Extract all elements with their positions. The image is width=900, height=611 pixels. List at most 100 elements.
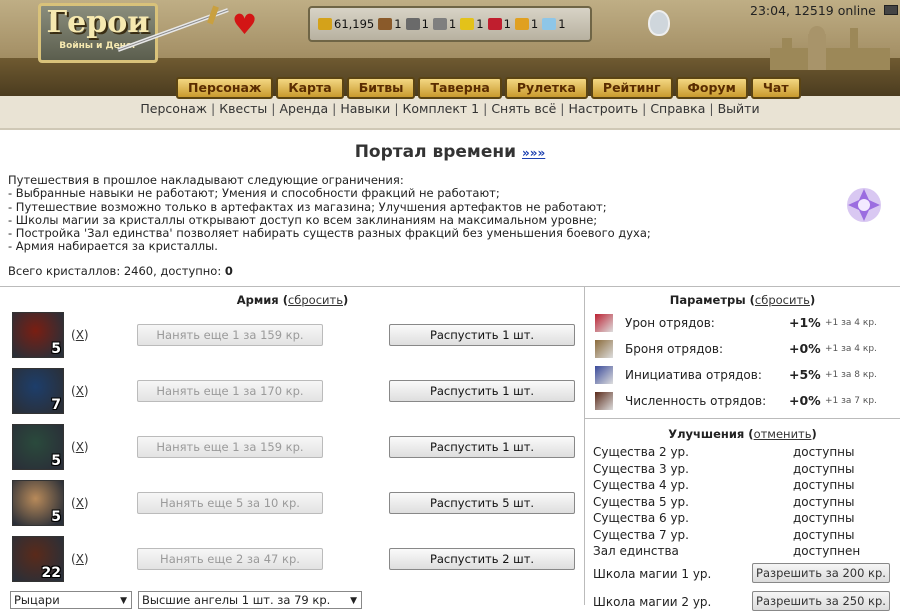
upgrade-status: доступны: [793, 478, 855, 492]
remove-unit-link[interactable]: (X): [71, 496, 89, 510]
upgrade-label: Существа 3 ур.: [593, 461, 689, 476]
remove-unit-link[interactable]: (X): [71, 552, 89, 566]
initiative-icon: [595, 366, 613, 384]
param-cost-link[interactable]: +1 за 4 кр.: [825, 318, 877, 328]
nav-tab-6[interactable]: Форум: [675, 77, 748, 99]
unit-portrait[interactable]: 22: [12, 536, 64, 582]
params-title: Параметры: [669, 293, 746, 307]
hire-unit-button[interactable]: Нанять еще 2 за 47 кр.: [137, 548, 323, 570]
nav-tab-2[interactable]: Битвы: [346, 77, 416, 99]
remove-unit-label: X: [75, 496, 84, 510]
subnav-link-6[interactable]: Настроить: [569, 101, 639, 116]
subnav-separator: |: [483, 101, 488, 116]
upgrade-label: Зал единства: [593, 544, 679, 558]
restriction-line: Путешествия в прошлое накладывают следую…: [8, 173, 404, 187]
param-row: Броня отрядов: +0% +1 за 4 кр.: [593, 339, 893, 359]
upgrade-status: доступны: [793, 445, 855, 459]
params-panel: Параметры (сбросить) Урон отрядов: +1% +1 …: [585, 286, 900, 418]
subnav-separator: |: [394, 101, 399, 116]
dismiss-unit-button[interactable]: Распустить 1 шт.: [389, 436, 575, 458]
unit-portrait[interactable]: 5: [12, 424, 64, 470]
param-label: Броня отрядов:: [625, 342, 723, 356]
army-unit-row: 5 (X) Нанять еще 1 за 159 кр. Распустить 1 …: [10, 424, 580, 472]
nav-tab-3[interactable]: Таверна: [418, 77, 502, 99]
crystal-icon: [487, 18, 502, 30]
mail-icon[interactable]: [884, 5, 898, 15]
subnav-link-2[interactable]: Аренда: [279, 101, 328, 116]
param-cost-link[interactable]: +1 за 8 кр.: [825, 370, 877, 380]
restriction-line: - Постройка 'Зал единства' позволяет наб…: [8, 226, 651, 241]
dismiss-unit-button[interactable]: Распустить 1 шт.: [389, 324, 575, 346]
param-value: +0%: [789, 341, 821, 356]
subnav-link-0[interactable]: Персонаж: [140, 101, 207, 116]
remove-unit-label: X: [75, 328, 84, 342]
restriction-line: - Выбранные навыки не работают; Умения и…: [8, 186, 500, 201]
param-value: +0%: [789, 393, 821, 408]
dismiss-unit-button[interactable]: Распустить 5 шт.: [389, 492, 575, 514]
hire-unit-button[interactable]: Нанять еще 5 за 10 кр.: [137, 492, 323, 514]
health-heart-icon[interactable]: ♥: [232, 10, 257, 40]
chevron-down-icon: ▼: [120, 596, 127, 606]
subnav-link-1[interactable]: Квесты: [219, 101, 267, 116]
server-clock: 23:04, 12519 online: [750, 3, 876, 18]
more-link[interactable]: »»»: [522, 146, 545, 160]
subnav-link-5[interactable]: Снять всё: [491, 101, 556, 116]
nav-tab-1[interactable]: Карта: [276, 77, 344, 99]
main-nav: Персонаж Карта Битвы Таверна Рулетка Рейтинг Ф…: [176, 77, 801, 99]
upgrade-status: доступны: [793, 511, 855, 525]
param-value: +1%: [789, 315, 821, 330]
resource-value: 1: [558, 17, 566, 31]
resource-6: 1: [514, 17, 538, 31]
army-unit-row: 22 (X) Нанять еще 2 за 47 кр. Распустить 2 …: [10, 536, 580, 584]
subnav-link-8[interactable]: Выйти: [718, 101, 760, 116]
subnav-link-3[interactable]: Навыки: [340, 101, 390, 116]
unit-portrait[interactable]: 7: [12, 368, 64, 414]
unlock-button[interactable]: Разрешить за 200 кр.: [752, 563, 890, 583]
upgrades-title: Улучшения: [668, 427, 745, 441]
hire-unit-button[interactable]: Нанять еще 1 за 170 кр.: [137, 380, 323, 402]
upgrade-label: Существа 6 ур.: [593, 511, 689, 525]
upgrade-status: доступны: [793, 494, 855, 509]
dismiss-unit-button[interactable]: Распустить 1 шт.: [389, 380, 575, 402]
hire-unit-button[interactable]: Нанять еще 1 за 159 кр.: [137, 324, 323, 346]
subnav-link-7[interactable]: Справка: [650, 101, 705, 116]
resource-2: 1: [405, 17, 429, 31]
army-title: Армия: [236, 293, 279, 307]
nav-tab-0[interactable]: Персонаж: [176, 77, 274, 99]
remove-unit-link[interactable]: (X): [71, 440, 89, 454]
faction-select[interactable]: Рыцари ▼: [10, 591, 132, 609]
unit-portrait[interactable]: 5: [12, 312, 64, 358]
portal-info: Портал времени »»» Путешествия в прошлое …: [0, 130, 900, 285]
nav-tab-4[interactable]: Рулетка: [504, 77, 588, 99]
param-cost-link[interactable]: +1 за 7 кр.: [825, 396, 877, 406]
resource-value: 1: [476, 17, 484, 31]
unlock-button[interactable]: Разрешить за 250 кр.: [752, 591, 890, 611]
population-icon: [595, 392, 613, 410]
subnav-separator: |: [560, 101, 565, 116]
remove-unit-link[interactable]: (X): [71, 328, 89, 342]
hire-unit-select[interactable]: Высшие ангелы 1 шт. за 79 кр. ▼: [138, 591, 362, 609]
nav-tab-7[interactable]: Чат: [750, 77, 801, 99]
crystal-total: Всего кристаллов: 2460, доступно: 0: [8, 264, 233, 278]
subnav-link-4[interactable]: Комплект 1: [403, 101, 480, 116]
army-reset-link[interactable]: сбросить: [288, 293, 343, 307]
dismiss-unit-button[interactable]: Распустить 2 шт.: [389, 548, 575, 570]
page-title: Портал времени »»»: [0, 142, 900, 162]
param-row: Численность отрядов: +0% +1 за 7 кр.: [593, 391, 893, 411]
upgrade-status: доступны: [793, 461, 855, 476]
upgrades-cancel-link[interactable]: отменить: [754, 427, 812, 441]
restriction-line: - Школы магии за кристаллы открывают дос…: [8, 212, 598, 227]
param-value: +5%: [789, 367, 821, 382]
unit-count: 5: [51, 453, 61, 469]
remove-unit-link[interactable]: (X): [71, 384, 89, 398]
hire-unit-button[interactable]: Нанять еще 1 за 159 кр.: [137, 436, 323, 458]
unit-portrait[interactable]: 5: [12, 480, 64, 526]
params-reset-link[interactable]: сбросить: [755, 293, 810, 307]
param-cost-link[interactable]: +1 за 4 кр.: [825, 344, 877, 354]
army-header: Армия (сбросить): [236, 293, 349, 307]
flask-icon[interactable]: [648, 10, 670, 36]
param-row: Урон отрядов: +1% +1 за 4 кр.: [593, 313, 893, 333]
gold-icon: [318, 18, 332, 30]
nav-tab-5[interactable]: Рейтинг: [590, 77, 673, 99]
resource-value: 1: [448, 17, 457, 31]
